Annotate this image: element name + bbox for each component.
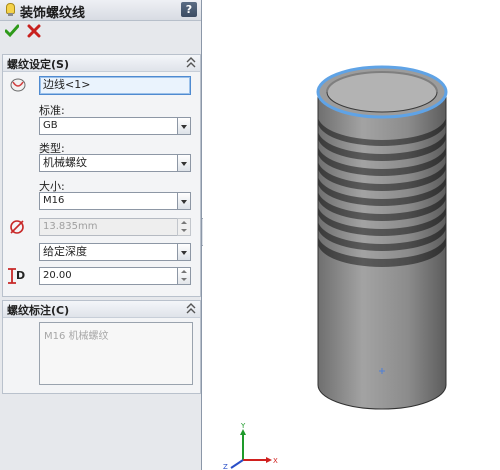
thread-callout-group: 螺纹标注(C) M16 机械螺纹: [2, 300, 201, 394]
type-dropdown[interactable]: 机械螺纹: [39, 154, 178, 172]
standard-label: 标准:: [39, 104, 65, 117]
cancel-x-button[interactable]: [27, 24, 41, 38]
property-manager-panel: 装饰螺纹线 ? 螺纹设定(S) 边线<1> 标准: GB 类型: 机械螺纹 大小…: [0, 0, 202, 470]
panel-title: 装饰螺纹线: [20, 6, 86, 21]
size-dropdown-arrow-icon[interactable]: [177, 192, 191, 210]
end-condition-dropdown[interactable]: 给定深度: [39, 243, 178, 261]
help-button[interactable]: ?: [181, 2, 197, 17]
type-dropdown-arrow-icon[interactable]: [177, 154, 191, 172]
triad-x-label: X: [273, 457, 278, 465]
lightbulb-icon: [6, 3, 15, 16]
triad-y-label: Y: [240, 422, 246, 430]
graphics-viewport[interactable]: Y X Z: [203, 0, 500, 470]
depth-letter: D: [16, 269, 26, 282]
size-dropdown[interactable]: M16: [39, 192, 178, 210]
depth-spinner[interactable]: [177, 267, 191, 285]
panel-title-bar: 装饰螺纹线 ?: [0, 0, 201, 21]
thread-callout-title: 螺纹标注(C): [7, 304, 70, 317]
thread-callout-header[interactable]: 螺纹标注(C): [3, 301, 200, 318]
thread-settings-header[interactable]: 螺纹设定(S): [3, 55, 200, 72]
standard-dropdown-arrow-icon[interactable]: [177, 117, 191, 135]
thread-callout-textbox[interactable]: M16 机械螺纹: [39, 322, 193, 385]
ok-checkmark-button[interactable]: [5, 24, 19, 38]
triad-z-label: Z: [223, 463, 228, 470]
thread-settings-title: 螺纹设定(S): [7, 58, 69, 71]
collapse-chevron-icon[interactable]: [186, 57, 196, 68]
edge-selection-field[interactable]: 边线<1>: [39, 76, 191, 95]
diameter-icon: [10, 220, 24, 234]
diameter-spinner[interactable]: [177, 218, 191, 236]
thread-settings-group: 螺纹设定(S) 边线<1> 标准: GB 类型: 机械螺纹 大小: M16 13…: [2, 54, 201, 297]
collapse-chevron-icon[interactable]: [186, 303, 196, 314]
edge-selection-icon: [10, 78, 26, 92]
orientation-triad-icon: Y X Z: [223, 422, 278, 470]
cylinder-model[interactable]: [203, 0, 500, 470]
diameter-field[interactable]: 13.835mm: [39, 218, 178, 236]
end-condition-dropdown-arrow-icon[interactable]: [177, 243, 191, 261]
depth-field[interactable]: 20.00: [39, 267, 178, 285]
standard-dropdown[interactable]: GB: [39, 117, 178, 135]
